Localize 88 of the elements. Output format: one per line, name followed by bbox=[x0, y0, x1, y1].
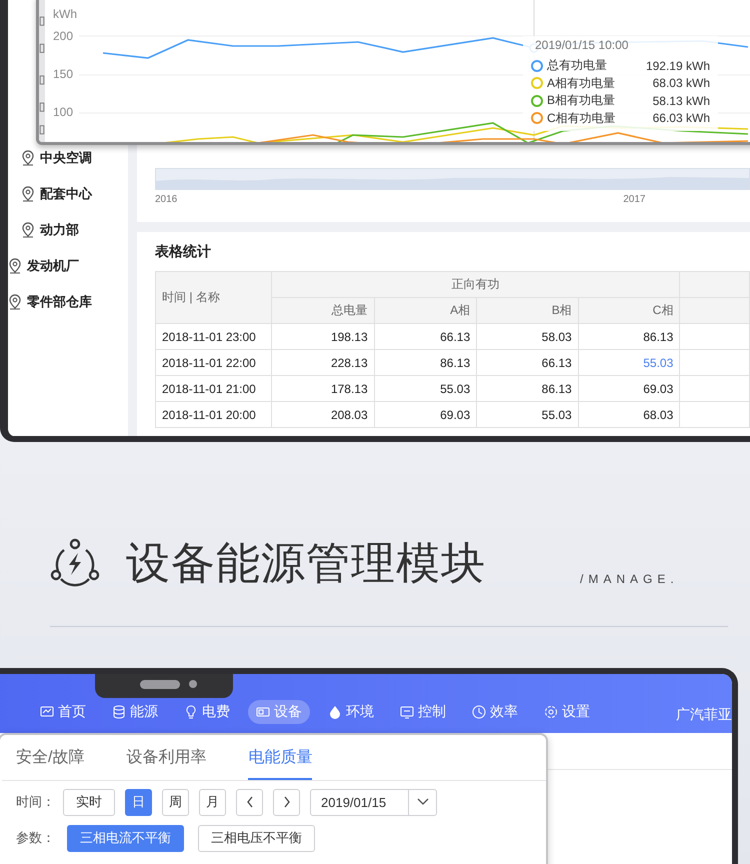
table-cell: 55.03 bbox=[578, 350, 680, 376]
location-pin-icon bbox=[21, 222, 35, 238]
chevron-right-icon bbox=[282, 796, 290, 808]
table-cell: 228.13 bbox=[271, 350, 374, 376]
nav-item[interactable]: 设置 bbox=[536, 700, 598, 724]
table-cell: 2018-11-01 20:00 bbox=[156, 402, 272, 428]
axis-label: 100 bbox=[53, 105, 74, 119]
table-cell: 66.13 bbox=[374, 324, 477, 350]
nav-item[interactable]: 能源 bbox=[104, 700, 166, 724]
device-icon bbox=[256, 705, 270, 719]
parameter-button[interactable]: 三相电流不平衡 bbox=[67, 824, 184, 852]
chevron-left-icon bbox=[246, 796, 254, 808]
series-name: 总有功电量 bbox=[547, 57, 608, 74]
company-name: 广汽菲亚 bbox=[676, 706, 732, 724]
nav-item[interactable]: 首页 bbox=[32, 700, 94, 724]
next-button[interactable] bbox=[273, 788, 300, 816]
series-name: B相有功电量 bbox=[547, 92, 616, 110]
card-title: 表格统计 bbox=[155, 243, 212, 261]
nav-item[interactable]: 效率 bbox=[464, 700, 526, 724]
column-header: 时间 | 名称 bbox=[156, 272, 272, 324]
period-button[interactable]: 月 bbox=[199, 788, 226, 816]
nav-item[interactable]: 控制 bbox=[392, 700, 454, 724]
tab[interactable]: 电能质量 bbox=[248, 735, 312, 780]
series-value: 68.03 kWh bbox=[652, 76, 710, 90]
axis-label: 2017 bbox=[623, 194, 646, 205]
sidebar-item[interactable]: 中央空调 bbox=[40, 149, 92, 167]
series-value: 66.03 kWh bbox=[652, 111, 710, 126]
series-name: A相有功电量 bbox=[547, 74, 616, 92]
clock-icon bbox=[472, 705, 486, 719]
axis-label: 2016 bbox=[155, 194, 178, 205]
monitor-icon bbox=[40, 705, 54, 719]
sidebar-item[interactable]: 发动机厂 bbox=[27, 257, 79, 275]
location-pin-icon bbox=[8, 258, 22, 274]
display-icon bbox=[400, 705, 414, 719]
series-value: 58.13 kWh bbox=[652, 94, 710, 108]
filter-label: 时间： bbox=[16, 793, 55, 811]
table-cell: 2018-11-01 22:00 bbox=[156, 350, 272, 376]
energy-cycle-icon bbox=[50, 538, 100, 588]
axis-unit: kWh bbox=[53, 7, 77, 21]
section-title: 设备能源管理模块 bbox=[126, 538, 486, 590]
location-pin-icon bbox=[21, 150, 35, 166]
tooltip-time: 2019/01/15 10:00 bbox=[534, 38, 630, 52]
table-cell: 86.13 bbox=[476, 376, 578, 402]
table-cell: 198.13 bbox=[271, 324, 374, 350]
database-icon bbox=[112, 705, 126, 719]
sidebar-item[interactable]: 配套中心 bbox=[40, 185, 92, 203]
tab[interactable]: 设备利用率 bbox=[126, 735, 206, 780]
table-cell: 86.13 bbox=[374, 350, 477, 376]
period-button[interactable]: 日 bbox=[125, 788, 152, 816]
column-header: B相 bbox=[476, 298, 578, 324]
drop-icon bbox=[328, 705, 342, 719]
table-cell: 55.03 bbox=[476, 402, 578, 428]
table-cell: 55.03 bbox=[374, 376, 477, 402]
axis-label: 150 bbox=[53, 67, 74, 81]
table-cell: 2018-11-01 21:00 bbox=[156, 376, 272, 402]
previous-button[interactable] bbox=[236, 788, 263, 816]
column-header: 正向有功 bbox=[271, 272, 680, 298]
location-pin-icon bbox=[21, 186, 35, 202]
table-cell: 86.13 bbox=[578, 324, 680, 350]
tab[interactable]: 安全/故障 bbox=[16, 735, 84, 780]
parameter-button[interactable]: 三相电压不平衡 bbox=[198, 824, 315, 852]
column-header: A相 bbox=[374, 298, 477, 324]
axis-label: 200 bbox=[53, 29, 74, 43]
nav-item[interactable]: 环境 bbox=[320, 700, 382, 724]
table-cell: 178.13 bbox=[271, 376, 374, 402]
settings-icon bbox=[544, 705, 558, 719]
caret-down-icon bbox=[416, 798, 428, 806]
sidebar-item[interactable]: 动力部 bbox=[40, 221, 79, 239]
column-header: 总电量 bbox=[271, 298, 374, 324]
table-cell: 69.03 bbox=[374, 402, 477, 428]
location-pin-icon bbox=[8, 294, 22, 310]
filter-label: 参数： bbox=[16, 829, 55, 847]
lightbulb-icon bbox=[184, 705, 198, 719]
series-name: C相有功电量 bbox=[547, 110, 617, 127]
section-subtitle: /MANAGE. bbox=[580, 572, 679, 586]
table-cell: 208.03 bbox=[271, 402, 374, 428]
sidebar-item[interactable]: 零件部仓库 bbox=[27, 293, 92, 311]
table-cell: 68.03 bbox=[578, 402, 680, 428]
period-button[interactable]: 周 bbox=[162, 788, 189, 816]
column-header: C相 bbox=[578, 298, 680, 324]
period-button[interactable]: 实时 bbox=[63, 788, 115, 816]
series-value: 192.19 kWh bbox=[646, 58, 710, 73]
date-picker[interactable]: 2019/01/15 bbox=[310, 788, 437, 816]
table-cell: 66.13 bbox=[476, 350, 578, 376]
table-cell: 69.03 bbox=[578, 376, 680, 402]
table-cell: 2018-11-01 23:00 bbox=[156, 324, 272, 350]
table-cell: 58.03 bbox=[476, 324, 578, 350]
nav-item[interactable]: 电费 bbox=[176, 700, 238, 724]
